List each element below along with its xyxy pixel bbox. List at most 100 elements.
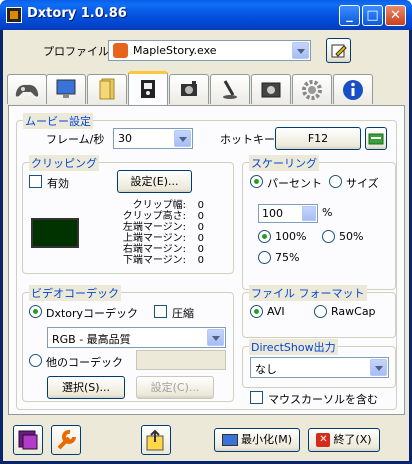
edit-icon xyxy=(331,44,347,58)
scaling-percent-input[interactable]: 100 xyxy=(258,204,318,223)
clipping-row: 左端マージン: 0 xyxy=(104,222,204,233)
scaling-75-label: 75% xyxy=(275,251,300,264)
folder-icon xyxy=(99,78,115,100)
clipping-row-label: 下端マージン: xyxy=(122,255,186,266)
minimize-button[interactable]: _ xyxy=(339,5,360,26)
clipping-settings-button[interactable]: 設定(E)... xyxy=(117,170,192,193)
tab-microphone[interactable] xyxy=(210,74,250,104)
scaling-percent-radio[interactable] xyxy=(250,175,263,188)
scaling-size-radio[interactable] xyxy=(329,175,342,188)
clipping-row: 右端マージン: 0 xyxy=(104,244,204,255)
tab-monitor[interactable] xyxy=(46,74,86,104)
tab-folder[interactable] xyxy=(87,74,127,104)
camera-icon xyxy=(181,81,197,96)
app-icon xyxy=(6,7,22,23)
clipping-row-value: 0 xyxy=(197,222,204,233)
minimize-to-tray-button[interactable]: 最小化(M) xyxy=(214,428,300,452)
title-bar[interactable]: Dxtory 1.0.86 _ □ ✕ xyxy=(0,0,412,30)
edit-profile-button[interactable] xyxy=(326,38,351,63)
export-button[interactable] xyxy=(141,425,171,455)
window-body: プロファイル MapleStory.exe ムービー設定 フレーム/秒 30 ホ… xyxy=(3,30,409,461)
movie-icon xyxy=(141,80,155,98)
tab-settings[interactable] xyxy=(292,74,332,104)
clipping-title: クリッピング xyxy=(29,155,99,171)
chevron-down-icon[interactable] xyxy=(292,42,309,59)
maximize-button[interactable]: □ xyxy=(362,5,383,26)
dxtory-codec-label: Dxtoryコーデック xyxy=(46,307,139,320)
directshow-title: DirectShow出力 xyxy=(249,339,338,355)
profile-select[interactable]: MapleStory.exe xyxy=(108,40,311,61)
rawcap-label: RawCap xyxy=(331,305,376,318)
avi-label: AVI xyxy=(267,305,285,318)
close-button[interactable]: ✕ xyxy=(385,5,406,26)
clipping-enable-label: 有効 xyxy=(47,177,69,190)
other-codec-radio[interactable] xyxy=(29,354,42,367)
tab-gamepad[interactable] xyxy=(7,74,47,104)
scaling-percent-label: パーセント xyxy=(267,177,322,190)
clipping-row-label: 上端マージン: xyxy=(122,233,186,244)
scaling-100-radio[interactable] xyxy=(258,230,271,243)
video-codec-title: ビデオコーデック xyxy=(29,285,121,301)
app-window: Dxtory 1.0.86 _ □ ✕ プロファイル MapleStory.ex… xyxy=(0,0,412,464)
exit-icon: ✕ xyxy=(316,433,331,447)
window-title: Dxtory 1.0.86 xyxy=(27,6,127,21)
chevron-down-icon[interactable] xyxy=(174,130,191,147)
codec-quality-select[interactable]: RGB - 最高品質 xyxy=(47,327,226,348)
profile-label: プロファイル xyxy=(43,45,109,58)
info-icon xyxy=(343,80,363,100)
avi-radio[interactable] xyxy=(250,305,263,318)
file-format-title: ファイル フォーマット xyxy=(249,285,367,301)
scaling-percent-value: 100 xyxy=(262,207,283,220)
fps-value: 30 xyxy=(118,132,132,145)
overlay-button[interactable] xyxy=(13,425,43,455)
clipping-row: クリップ高さ: 0 xyxy=(104,211,204,222)
movie-settings-title: ムービー設定 xyxy=(23,113,93,129)
clipping-row: 下端マージン: 0 xyxy=(104,255,204,266)
clipping-row-label: クリップ幅: xyxy=(132,200,186,211)
clipping-row-value: 0 xyxy=(197,200,204,211)
codec-settings-button[interactable]: 設定(C)... xyxy=(136,376,214,399)
dxtory-codec-radio[interactable] xyxy=(29,305,42,318)
other-codec-field[interactable] xyxy=(136,350,226,370)
compress-checkbox[interactable] xyxy=(154,305,167,318)
directshow-value: なし xyxy=(255,363,277,376)
tools-button[interactable] xyxy=(51,425,81,455)
clipping-row-value: 0 xyxy=(197,255,204,266)
exit-button[interactable]: ✕ 終了(X) xyxy=(308,428,380,452)
clipping-row-value: 0 xyxy=(197,211,204,222)
chevron-down-icon[interactable] xyxy=(207,329,224,346)
clipping-row-value: 0 xyxy=(197,233,204,244)
microphone-icon xyxy=(223,80,237,99)
clipping-row: 上端マージン: 0 xyxy=(104,233,204,244)
tab-screenshot[interactable] xyxy=(251,74,291,104)
gear-icon xyxy=(302,80,322,100)
scaling-100-label: 100% xyxy=(275,230,307,243)
scaling-title: スケーリング xyxy=(249,155,319,171)
scaling-50-radio[interactable] xyxy=(322,230,335,243)
screenshot-icon xyxy=(261,82,281,98)
directshow-select[interactable]: なし xyxy=(250,357,389,378)
compress-label: 圧縮 xyxy=(172,307,194,320)
rawcap-radio[interactable] xyxy=(314,305,327,318)
maplestory-icon xyxy=(113,43,128,58)
hotkey-config-button[interactable] xyxy=(365,127,387,150)
exit-button-label: 終了(X) xyxy=(333,433,372,446)
scaling-75-radio[interactable] xyxy=(258,251,271,264)
fps-select[interactable]: 30 xyxy=(113,128,193,149)
clipping-enable-checkbox[interactable] xyxy=(29,175,42,188)
cursor-checkbox[interactable] xyxy=(250,391,263,404)
scaling-size-label: サイズ xyxy=(346,177,379,190)
cursor-label: マウスカーソルを含む xyxy=(268,393,378,406)
codec-quality-value: RGB - 最高品質 xyxy=(52,333,131,346)
codec-select-button[interactable]: 選択(S)... xyxy=(47,376,125,399)
gamepad-icon xyxy=(15,84,39,97)
clipping-preview xyxy=(31,218,79,248)
tab-info[interactable] xyxy=(333,74,373,104)
chevron-down-icon[interactable] xyxy=(370,359,387,376)
wrench-icon xyxy=(57,429,76,450)
spinner-icon[interactable] xyxy=(302,206,316,221)
hotkey-button[interactable]: F12 xyxy=(275,127,361,150)
tab-camera[interactable] xyxy=(169,74,209,104)
tab-movie[interactable] xyxy=(128,71,168,106)
monitor-icon xyxy=(56,79,76,98)
